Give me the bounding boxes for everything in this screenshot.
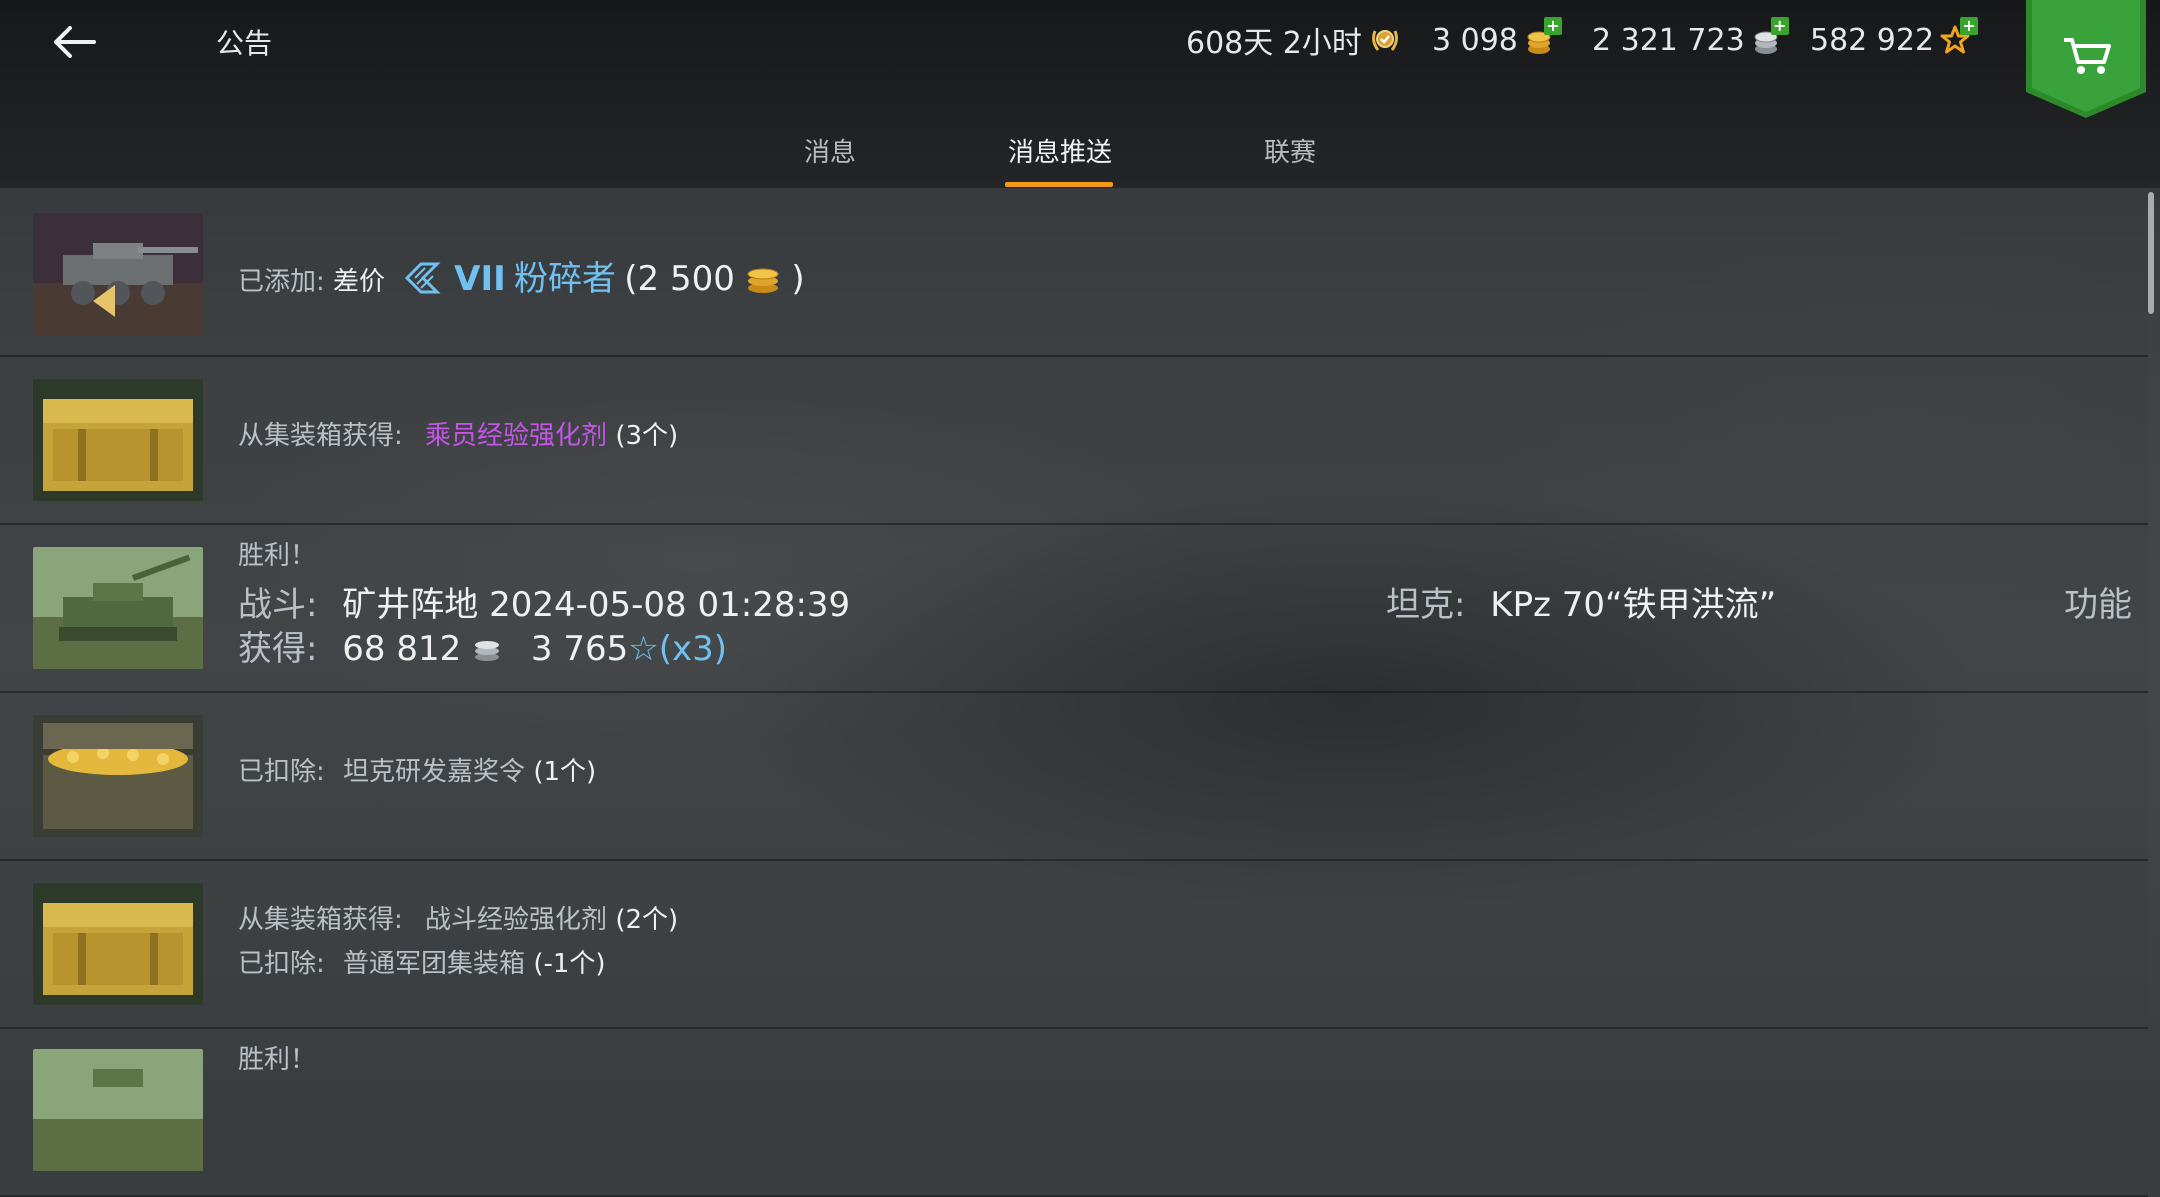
add-free-xp-icon[interactable]: + [1960, 17, 1979, 35]
message-row[interactable]: 已添加: 差价 VII 粉碎者 (2 500 ) [0, 189, 2148, 357]
tank-name: 粉碎者 [514, 259, 617, 299]
tank-value: KPz 70“铁甲洪流” [1490, 585, 1777, 625]
earn-label: 获得: [238, 629, 318, 669]
battle-thumbnail [33, 547, 203, 669]
container-thumbnail [33, 883, 203, 1005]
item-name: 坦克研发嘉奖令 [343, 757, 526, 787]
battle-label: 战斗: [238, 585, 318, 625]
page-title: 公告 [216, 27, 273, 60]
star-icon: + [1940, 17, 1979, 57]
active-tab-indicator [1005, 182, 1113, 187]
silver-coins-icon [472, 629, 513, 669]
message-text: 已添加: 差价 VII 粉碎者 (2 500 ) [238, 251, 805, 300]
shop-button[interactable] [2026, 0, 2146, 118]
item-count: (-1个) [533, 949, 606, 979]
message-row[interactable]: 胜利！ [0, 1029, 2148, 1197]
back-button[interactable] [46, 18, 102, 66]
scrollbar[interactable] [2148, 192, 2154, 314]
message-prefix: 从集装箱获得: [238, 905, 403, 935]
add-credits-icon[interactable]: + [1770, 17, 1789, 35]
tab-messages[interactable]: 消息 [804, 132, 856, 169]
tab-league[interactable]: 联赛 [1264, 132, 1316, 169]
container-thumbnail [33, 379, 203, 501]
credits-value: 2 321 723 [1592, 22, 1745, 58]
earned-credits: 68 812 [342, 629, 462, 669]
message-prefix: 从集装箱获得: [238, 421, 403, 451]
top-bar: 公告 608天 2小时 3 098 + 2 321 723 + 582 922 … [0, 0, 2160, 188]
laurel-badge-icon [1368, 23, 1402, 57]
item-name: 战斗经验强化剂 [425, 905, 608, 935]
message-text-line-1: 从集装箱获得: 战斗经验强化剂 (2个) [238, 899, 678, 936]
message-text: 从集装箱获得: 乘员经验强化剂 (3个) [238, 415, 678, 452]
message-row[interactable]: 已扣除: 坦克研发嘉奖令 (1个) [0, 693, 2148, 861]
premium-time-value: 608天 2小时 [1186, 26, 1362, 61]
item-count: (1个) [533, 757, 597, 787]
battle-info: 战斗: 矿井阵地 2024-05-08 01:28:39 [238, 577, 850, 626]
gold-balance[interactable]: 3 098 + [1432, 17, 1562, 60]
gold-coins-icon: + [1524, 17, 1562, 57]
credits-balance[interactable]: 2 321 723 + [1592, 17, 1789, 60]
battle-result-title: 胜利！ [238, 541, 317, 571]
gold-chest-thumbnail [33, 715, 203, 837]
function-button[interactable]: 功能 [2064, 577, 2132, 626]
tank-thumbnail [33, 213, 203, 335]
arrow-left-icon [54, 26, 96, 58]
free-xp-value: 582 922 [1810, 22, 1935, 58]
star-icon: ☆ [628, 629, 659, 669]
tab-push-notifications[interactable]: 消息推送 [1008, 132, 1112, 169]
message-list[interactable]: 已添加: 差价 VII 粉碎者 (2 500 ) 从集装箱获得: 乘员经验强化剂… [0, 189, 2160, 1197]
message-prefix: 已扣除: [238, 949, 325, 979]
close-paren: ) [791, 259, 805, 299]
item-count: (2个) [615, 905, 679, 935]
battle-thumbnail [33, 1049, 203, 1171]
gold-value: 3 098 [1432, 22, 1518, 58]
battle-value: 矿井阵地 2024-05-08 01:28:39 [342, 585, 851, 625]
item-name: 普通军团集装箱 [343, 949, 526, 979]
item-name: 乘员经验强化剂 [425, 421, 608, 451]
tab-bar: 消息 消息推送 联赛 [0, 120, 2160, 188]
message-row[interactable]: 从集装箱获得: 战斗经验强化剂 (2个) 已扣除: 普通军团集装箱 (-1个) [0, 861, 2148, 1029]
battle-earnings: 获得: 68 812 3 765☆(x3) [238, 621, 727, 670]
earned-xp: 3 765 [530, 629, 629, 669]
premium-time[interactable]: 608天 2小时 [1186, 20, 1402, 61]
cart-icon [2026, 0, 2146, 118]
message-row[interactable]: 从集装箱获得: 乘员经验强化剂 (3个) [0, 357, 2148, 525]
tank-info: 坦克: KPz 70“铁甲洪流” [1386, 577, 1776, 626]
tier-icon [403, 259, 454, 299]
tank-label: 坦克: [1386, 585, 1466, 625]
message-prefix: 已扣除: [238, 757, 325, 787]
refund-amount: (2 500 [624, 259, 735, 299]
add-gold-icon[interactable]: + [1543, 17, 1562, 35]
item-count: (3个) [615, 421, 679, 451]
message-text: 已扣除: 坦克研发嘉奖令 (1个) [238, 751, 596, 788]
tank-tier: VII [454, 259, 506, 299]
gold-coins-icon [743, 267, 791, 297]
silver-coins-icon: + [1751, 17, 1789, 57]
free-xp-balance[interactable]: 582 922 + [1810, 17, 1979, 60]
message-label: 差价 [333, 267, 386, 297]
message-text-line-2: 已扣除: 普通军团集装箱 (-1个) [238, 943, 606, 980]
xp-multiplier: (x3) [658, 629, 727, 669]
message-row[interactable]: 胜利！ 战斗: 矿井阵地 2024-05-08 01:28:39 获得: 68 … [0, 525, 2148, 693]
message-prefix: 已添加: [238, 267, 325, 297]
battle-result-title: 胜利！ [238, 1045, 317, 1075]
